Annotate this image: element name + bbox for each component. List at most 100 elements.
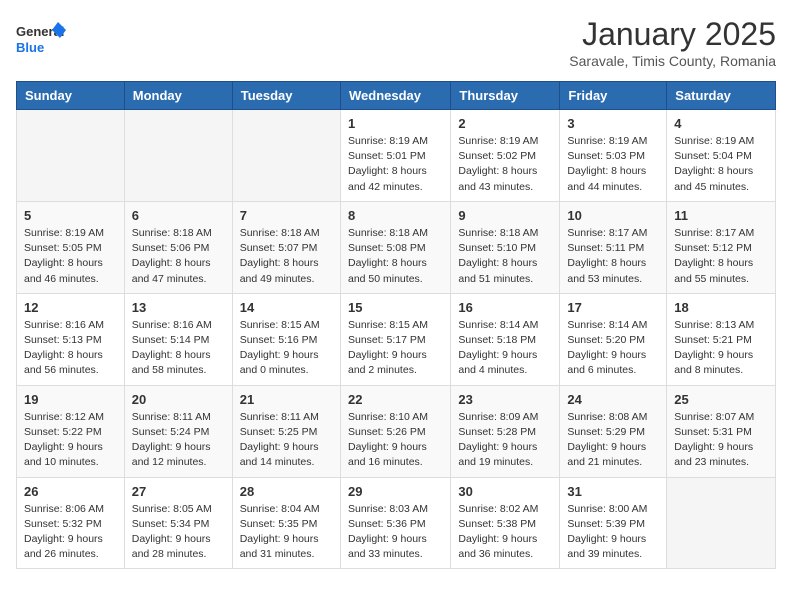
day-cell-4: 4 Sunrise: 8:19 AM Sunset: 5:04 PM Daylig… xyxy=(667,110,776,202)
day-info: Sunrise: 8:12 AM Sunset: 5:22 PM Dayligh… xyxy=(24,410,117,471)
day-info: Sunrise: 8:14 AM Sunset: 5:18 PM Dayligh… xyxy=(458,318,552,379)
day-info: Sunrise: 8:06 AM Sunset: 5:32 PM Dayligh… xyxy=(24,502,117,563)
day-cell-16: 16Sunrise: 8:14 AM Sunset: 5:18 PM Dayli… xyxy=(451,293,560,385)
day-info: Sunrise: 8:16 AM Sunset: 5:14 PM Dayligh… xyxy=(132,318,225,379)
day-info: Sunrise: 8:17 AM Sunset: 5:12 PM Dayligh… xyxy=(674,226,768,287)
day-info: Sunrise: 8:18 AM Sunset: 5:08 PM Dayligh… xyxy=(348,226,443,287)
day-cell-13: 13 Sunrise: 8:16 AM Sunset: 5:14 PM Dayli… xyxy=(124,293,232,385)
weekday-header-friday: Friday xyxy=(560,82,667,110)
logo-svg: General Blue xyxy=(16,16,66,66)
day-number: 14 xyxy=(240,300,333,315)
day-number: 26 xyxy=(24,484,117,499)
day-number: 9 xyxy=(458,208,552,223)
day-cell-17: 17Sunrise: 8:14 AM Sunset: 5:20 PM Dayli… xyxy=(560,293,667,385)
day-number: 30 xyxy=(458,484,552,499)
day-number: 17 xyxy=(567,300,659,315)
day-number: 18 xyxy=(674,300,768,315)
day-info: Sunrise: 8:02 AM Sunset: 5:38 PM Dayligh… xyxy=(458,502,552,563)
logo: General Blue xyxy=(16,16,66,66)
svg-text:Blue: Blue xyxy=(16,40,44,55)
week-row-3: 12 Sunrise: 8:16 AM Sunset: 5:13 PM Dayli… xyxy=(17,293,776,385)
day-cell-24: 24Sunrise: 8:08 AM Sunset: 5:29 PM Dayli… xyxy=(560,385,667,477)
day-cell-11: 11 Sunrise: 8:17 AM Sunset: 5:12 PM Dayli… xyxy=(667,201,776,293)
day-info: Sunrise: 8:11 AM Sunset: 5:25 PM Dayligh… xyxy=(240,410,333,471)
day-cell-28: 28 Sunrise: 8:04 AM Sunset: 5:35 PM Dayli… xyxy=(232,477,340,569)
day-info: Sunrise: 8:10 AM Sunset: 5:26 PM Dayligh… xyxy=(348,410,443,471)
weekday-header-wednesday: Wednesday xyxy=(340,82,450,110)
day-cell-5: 5 Sunrise: 8:19 AM Sunset: 5:05 PM Daylig… xyxy=(17,201,125,293)
weekday-header-row: SundayMondayTuesdayWednesdayThursdayFrid… xyxy=(17,82,776,110)
day-info: Sunrise: 8:03 AM Sunset: 5:36 PM Dayligh… xyxy=(348,502,443,563)
day-info: Sunrise: 8:19 AM Sunset: 5:04 PM Dayligh… xyxy=(674,134,768,195)
day-info: Sunrise: 8:07 AM Sunset: 5:31 PM Dayligh… xyxy=(674,410,768,471)
day-number: 29 xyxy=(348,484,443,499)
day-info: Sunrise: 8:19 AM Sunset: 5:02 PM Dayligh… xyxy=(458,134,552,195)
day-info: Sunrise: 8:09 AM Sunset: 5:28 PM Dayligh… xyxy=(458,410,552,471)
day-cell-25: 25Sunrise: 8:07 AM Sunset: 5:31 PM Dayli… xyxy=(667,385,776,477)
day-info: Sunrise: 8:19 AM Sunset: 5:01 PM Dayligh… xyxy=(348,134,443,195)
day-number: 27 xyxy=(132,484,225,499)
day-info: Sunrise: 8:19 AM Sunset: 5:05 PM Dayligh… xyxy=(24,226,117,287)
month-title: January 2025 xyxy=(569,16,776,53)
day-cell-18: 18 Sunrise: 8:13 AM Sunset: 5:21 PM Dayli… xyxy=(667,293,776,385)
day-cell-22: 22 Sunrise: 8:10 AM Sunset: 5:26 PM Dayli… xyxy=(340,385,450,477)
day-cell-30: 30 Sunrise: 8:02 AM Sunset: 5:38 PM Dayli… xyxy=(451,477,560,569)
page-header: General Blue January 2025 Saravale, Timi… xyxy=(16,16,776,69)
week-row-4: 19Sunrise: 8:12 AM Sunset: 5:22 PM Dayli… xyxy=(17,385,776,477)
day-info: Sunrise: 8:18 AM Sunset: 5:07 PM Dayligh… xyxy=(240,226,333,287)
day-number: 4 xyxy=(674,116,768,131)
day-number: 7 xyxy=(240,208,333,223)
day-info: Sunrise: 8:18 AM Sunset: 5:06 PM Dayligh… xyxy=(132,226,225,287)
weekday-header-thursday: Thursday xyxy=(451,82,560,110)
day-cell-23: 23 Sunrise: 8:09 AM Sunset: 5:28 PM Dayli… xyxy=(451,385,560,477)
weekday-header-monday: Monday xyxy=(124,82,232,110)
calendar-table: SundayMondayTuesdayWednesdayThursdayFrid… xyxy=(16,81,776,569)
day-cell-8: 8 Sunrise: 8:18 AM Sunset: 5:08 PM Daylig… xyxy=(340,201,450,293)
week-row-2: 5 Sunrise: 8:19 AM Sunset: 5:05 PM Daylig… xyxy=(17,201,776,293)
day-info: Sunrise: 8:13 AM Sunset: 5:21 PM Dayligh… xyxy=(674,318,768,379)
day-cell-6: 6Sunrise: 8:18 AM Sunset: 5:06 PM Daylig… xyxy=(124,201,232,293)
day-info: Sunrise: 8:11 AM Sunset: 5:24 PM Dayligh… xyxy=(132,410,225,471)
day-number: 10 xyxy=(567,208,659,223)
weekday-header-saturday: Saturday xyxy=(667,82,776,110)
day-info: Sunrise: 8:00 AM Sunset: 5:39 PM Dayligh… xyxy=(567,502,659,563)
week-row-5: 26 Sunrise: 8:06 AM Sunset: 5:32 PM Dayli… xyxy=(17,477,776,569)
day-cell-7: 7 Sunrise: 8:18 AM Sunset: 5:07 PM Daylig… xyxy=(232,201,340,293)
day-number: 23 xyxy=(458,392,552,407)
empty-cell xyxy=(17,110,125,202)
day-number: 15 xyxy=(348,300,443,315)
day-cell-29: 29 Sunrise: 8:03 AM Sunset: 5:36 PM Dayli… xyxy=(340,477,450,569)
day-number: 5 xyxy=(24,208,117,223)
day-cell-15: 15Sunrise: 8:15 AM Sunset: 5:17 PM Dayli… xyxy=(340,293,450,385)
day-cell-21: 21Sunrise: 8:11 AM Sunset: 5:25 PM Dayli… xyxy=(232,385,340,477)
day-number: 28 xyxy=(240,484,333,499)
day-cell-3: 3Sunrise: 8:19 AM Sunset: 5:03 PM Daylig… xyxy=(560,110,667,202)
day-number: 11 xyxy=(674,208,768,223)
subtitle: Saravale, Timis County, Romania xyxy=(569,53,776,69)
day-info: Sunrise: 8:04 AM Sunset: 5:35 PM Dayligh… xyxy=(240,502,333,563)
day-cell-12: 12 Sunrise: 8:16 AM Sunset: 5:13 PM Dayli… xyxy=(17,293,125,385)
day-number: 31 xyxy=(567,484,659,499)
day-info: Sunrise: 8:17 AM Sunset: 5:11 PM Dayligh… xyxy=(567,226,659,287)
title-block: January 2025 Saravale, Timis County, Rom… xyxy=(569,16,776,69)
day-cell-1: 1Sunrise: 8:19 AM Sunset: 5:01 PM Daylig… xyxy=(340,110,450,202)
day-number: 2 xyxy=(458,116,552,131)
weekday-header-sunday: Sunday xyxy=(17,82,125,110)
day-cell-20: 20 Sunrise: 8:11 AM Sunset: 5:24 PM Dayli… xyxy=(124,385,232,477)
week-row-1: 1Sunrise: 8:19 AM Sunset: 5:01 PM Daylig… xyxy=(17,110,776,202)
day-number: 22 xyxy=(348,392,443,407)
day-info: Sunrise: 8:05 AM Sunset: 5:34 PM Dayligh… xyxy=(132,502,225,563)
day-number: 20 xyxy=(132,392,225,407)
day-number: 13 xyxy=(132,300,225,315)
empty-cell xyxy=(232,110,340,202)
day-info: Sunrise: 8:16 AM Sunset: 5:13 PM Dayligh… xyxy=(24,318,117,379)
day-cell-27: 27 Sunrise: 8:05 AM Sunset: 5:34 PM Dayli… xyxy=(124,477,232,569)
day-cell-31: 31 Sunrise: 8:00 AM Sunset: 5:39 PM Dayli… xyxy=(560,477,667,569)
day-cell-9: 9Sunrise: 8:18 AM Sunset: 5:10 PM Daylig… xyxy=(451,201,560,293)
weekday-header-tuesday: Tuesday xyxy=(232,82,340,110)
day-number: 12 xyxy=(24,300,117,315)
empty-cell xyxy=(124,110,232,202)
day-number: 24 xyxy=(567,392,659,407)
day-number: 8 xyxy=(348,208,443,223)
day-cell-14: 14Sunrise: 8:15 AM Sunset: 5:16 PM Dayli… xyxy=(232,293,340,385)
